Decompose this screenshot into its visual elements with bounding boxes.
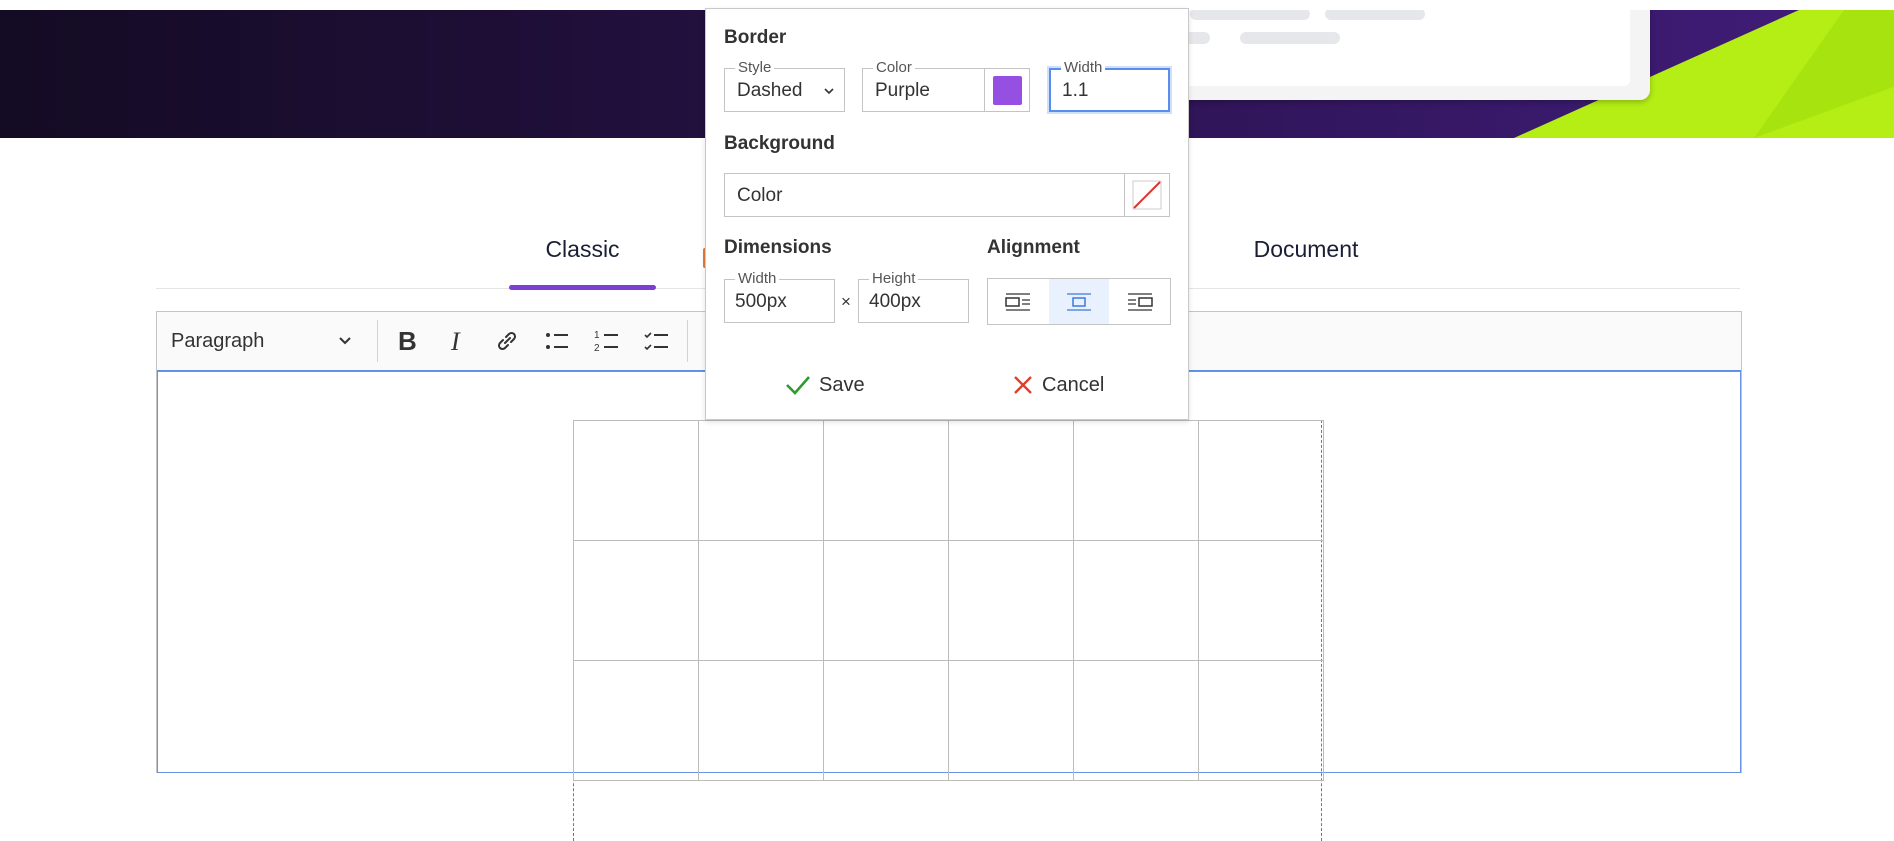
- todo-list-icon: [644, 332, 668, 351]
- numbered-list-button[interactable]: 12: [587, 321, 627, 361]
- table-cell[interactable]: [948, 660, 1074, 781]
- table-cell[interactable]: [573, 420, 699, 541]
- no-color-icon: [1132, 180, 1162, 210]
- border-section-title: Border: [724, 27, 787, 48]
- toolbar-divider: [377, 320, 378, 362]
- save-button[interactable]: Save: [785, 369, 865, 401]
- alignment-toolbar: [987, 278, 1171, 325]
- block-format-value: Paragraph: [171, 329, 265, 352]
- table-cell[interactable]: [1198, 540, 1324, 661]
- bold-icon: B: [398, 327, 417, 355]
- content-table[interactable]: [573, 420, 1324, 781]
- table-cell[interactable]: [948, 420, 1074, 541]
- table-cell[interactable]: [573, 660, 699, 781]
- toolbar-divider: [687, 320, 688, 362]
- bulleted-list-button[interactable]: [537, 321, 577, 361]
- table-cell[interactable]: [698, 660, 824, 781]
- table-cell[interactable]: [948, 540, 1074, 661]
- svg-text:B: B: [398, 327, 417, 355]
- close-icon: [1014, 376, 1032, 394]
- border-color-picker-button[interactable]: [984, 69, 1029, 111]
- align-right-icon: [1127, 292, 1153, 311]
- table-cell[interactable]: [573, 540, 699, 661]
- dimensions-separator: ×: [841, 292, 851, 311]
- table-cell[interactable]: [1198, 420, 1324, 541]
- block-format-dropdown[interactable]: Paragraph: [171, 323, 361, 359]
- border-width-input[interactable]: Width 1.1: [1049, 60, 1170, 112]
- tab-classic-label: Classic: [545, 236, 620, 262]
- table-cell[interactable]: [1073, 660, 1199, 781]
- border-style-value: Dashed: [737, 80, 803, 101]
- table-row: [573, 540, 1324, 661]
- italic-icon: I: [450, 327, 461, 355]
- table-cell[interactable]: [823, 540, 949, 661]
- svg-text:1: 1: [594, 330, 600, 341]
- border-style-label: Style: [735, 60, 775, 76]
- table-cell[interactable]: [823, 420, 949, 541]
- color-swatch: [992, 75, 1022, 105]
- bold-button[interactable]: B: [387, 321, 427, 361]
- table-cell[interactable]: [823, 660, 949, 781]
- save-button-label: Save: [819, 373, 865, 396]
- table-row: [573, 660, 1324, 781]
- cancel-button-label: Cancel: [1042, 373, 1105, 396]
- svg-text:I: I: [450, 327, 461, 355]
- table-properties-panel: Border Style Dashed Color Purple Width 1…: [705, 8, 1189, 420]
- todo-list-button[interactable]: [637, 321, 677, 361]
- tab-document-label: Document: [1253, 236, 1359, 262]
- align-center-button[interactable]: [1048, 279, 1110, 324]
- link-icon: [497, 331, 517, 351]
- table-row: [573, 420, 1324, 541]
- table-cell[interactable]: [1073, 540, 1199, 661]
- border-color-field[interactable]: Color Purple: [862, 60, 1030, 112]
- numbered-list-icon: 12: [594, 330, 618, 354]
- background-color-field[interactable]: Color: [724, 173, 1170, 217]
- table-cell[interactable]: [1073, 420, 1199, 541]
- table-height-label: Height: [869, 271, 919, 287]
- checkmark-icon: [786, 376, 810, 395]
- table-height-input[interactable]: Height 400px: [858, 271, 969, 323]
- align-right-button[interactable]: [1109, 279, 1170, 324]
- dimensions-section-title: Dimensions: [724, 237, 832, 258]
- alignment-section-title: Alignment: [987, 237, 1080, 258]
- border-style-dropdown[interactable]: Style Dashed: [724, 60, 845, 112]
- background-color-picker-button[interactable]: [1124, 174, 1169, 216]
- border-color-label: Color: [873, 60, 915, 76]
- bulleted-list-icon: [546, 333, 568, 349]
- table-cell[interactable]: [698, 420, 824, 541]
- table-cell[interactable]: [1198, 660, 1324, 781]
- table-cell[interactable]: [698, 540, 824, 661]
- table-width-label: Width: [735, 271, 780, 287]
- editor-content[interactable]: [157, 371, 1741, 841]
- chevron-down-icon: [339, 337, 351, 345]
- border-color-value: Purple: [875, 80, 930, 101]
- link-button[interactable]: [487, 321, 527, 361]
- hero-mockup-card: [1160, 10, 1650, 100]
- cancel-button[interactable]: Cancel: [1012, 369, 1104, 401]
- align-left-button[interactable]: [988, 279, 1049, 324]
- border-width-label: Width: [1061, 60, 1106, 76]
- table-height-value: 400px: [869, 291, 921, 312]
- table-width-value: 500px: [735, 291, 787, 312]
- background-section-title: Background: [724, 133, 835, 154]
- italic-button[interactable]: I: [437, 321, 477, 361]
- tab-classic[interactable]: Classic: [509, 236, 656, 290]
- tab-document[interactable]: Document: [1216, 236, 1396, 288]
- border-width-value: 1.1: [1062, 80, 1089, 101]
- align-left-icon: [1005, 292, 1031, 311]
- chevron-down-icon: [824, 88, 834, 95]
- background-color-placeholder: Color: [737, 185, 783, 206]
- table-width-input[interactable]: Width 500px: [724, 271, 835, 323]
- align-center-icon: [1067, 292, 1091, 311]
- svg-text:2: 2: [594, 343, 600, 354]
